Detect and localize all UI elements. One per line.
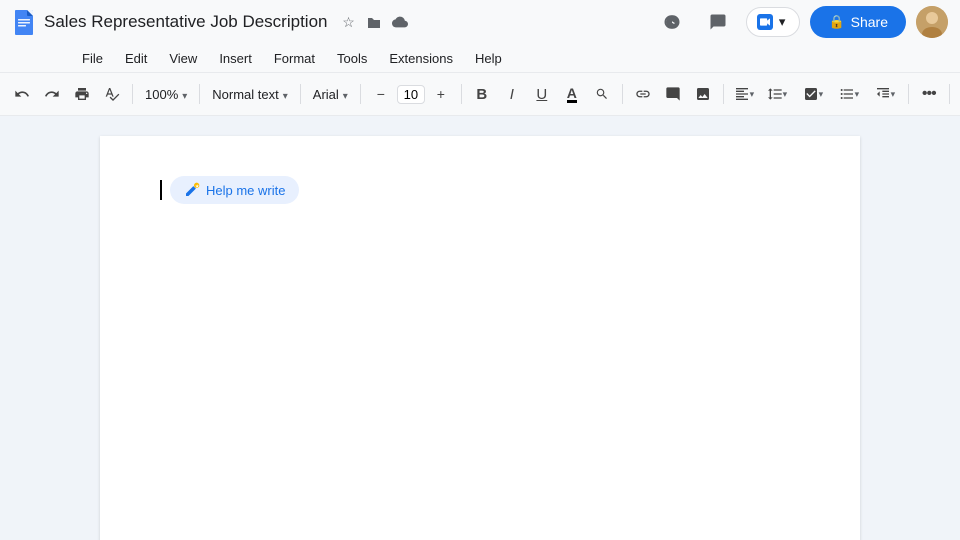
menu-tools[interactable]: Tools xyxy=(327,48,377,69)
italic-button[interactable]: I xyxy=(498,80,526,108)
help-me-write-button[interactable]: ★ Help me write xyxy=(170,176,299,204)
undo-button[interactable] xyxy=(8,80,36,108)
document-area: ★ Help me write xyxy=(0,116,960,540)
cursor-line: ★ Help me write xyxy=(160,176,800,204)
move-to-folder-icon[interactable] xyxy=(365,13,383,31)
text-style-dropdown[interactable]: Normal text xyxy=(206,84,294,105)
separator-5 xyxy=(461,84,462,104)
google-docs-icon xyxy=(12,8,36,36)
highlight-button[interactable] xyxy=(588,80,616,108)
comment-button[interactable] xyxy=(659,80,687,108)
font-color-button[interactable]: A xyxy=(558,80,586,108)
document-title: Sales Representative Job Description xyxy=(44,12,327,32)
separator-8 xyxy=(908,84,909,104)
font-size-control: − + xyxy=(367,80,455,108)
text-cursor xyxy=(160,180,162,200)
separator-7 xyxy=(723,84,724,104)
increase-font-button[interactable]: + xyxy=(427,80,455,108)
spellcheck-button[interactable] xyxy=(98,80,126,108)
meet-button[interactable]: ▾ xyxy=(746,7,801,37)
redo-button[interactable] xyxy=(38,80,66,108)
menu-format[interactable]: Format xyxy=(264,48,325,69)
line-spacing-button[interactable]: ▾ xyxy=(760,80,794,108)
menu-edit[interactable]: Edit xyxy=(115,48,157,69)
cloud-save-icon[interactable] xyxy=(391,13,409,31)
menu-extensions[interactable]: Extensions xyxy=(379,48,463,69)
link-button[interactable] xyxy=(629,80,657,108)
menu-help[interactable]: Help xyxy=(465,48,512,69)
toolbar: 100% Normal text Arial − + B I U A xyxy=(0,72,960,116)
title-actions: ▾ 🔒 Share xyxy=(654,4,948,40)
zoom-value: 100% xyxy=(145,87,178,102)
image-button[interactable] xyxy=(689,80,717,108)
font-dropdown[interactable]: Arial xyxy=(307,84,354,105)
underline-button[interactable]: U xyxy=(528,80,556,108)
font-color-label: A xyxy=(567,86,577,103)
checklist-button[interactable]: ▾ xyxy=(796,80,830,108)
separator-6 xyxy=(622,84,623,104)
text-style-value: Normal text xyxy=(212,87,278,102)
zoom-dropdown[interactable]: 100% xyxy=(139,84,193,105)
font-chevron-icon xyxy=(343,87,348,102)
star-icon[interactable]: ☆ xyxy=(339,13,357,31)
bullet-list-button[interactable]: ▾ xyxy=(832,80,866,108)
separator-9 xyxy=(949,84,950,104)
print-button[interactable] xyxy=(68,80,96,108)
separator-4 xyxy=(360,84,361,104)
font-value: Arial xyxy=(313,87,339,102)
separator-3 xyxy=(300,84,301,104)
document-page: ★ Help me write xyxy=(100,136,860,540)
menu-view[interactable]: View xyxy=(159,48,207,69)
lock-icon: 🔒 xyxy=(828,14,844,30)
format-clear-button[interactable] xyxy=(956,80,960,108)
user-avatar[interactable] xyxy=(916,6,948,38)
pencil-star-icon: ★ xyxy=(184,182,200,198)
comments-icon[interactable] xyxy=(700,4,736,40)
decrease-font-button[interactable]: − xyxy=(367,80,395,108)
indent-decrease-button[interactable]: ▾ xyxy=(868,80,902,108)
menu-bar: File Edit View Insert Format Tools Exten… xyxy=(0,44,960,72)
meet-icon xyxy=(757,14,773,30)
font-size-input[interactable] xyxy=(397,85,425,104)
history-icon[interactable] xyxy=(654,4,690,40)
title-icon-group: ☆ xyxy=(339,13,409,31)
menu-file[interactable]: File xyxy=(72,48,113,69)
share-button[interactable]: 🔒 Share xyxy=(810,6,906,38)
text-style-chevron-icon xyxy=(283,87,288,102)
more-options-button[interactable]: ••• xyxy=(915,80,943,108)
menu-insert[interactable]: Insert xyxy=(209,48,262,69)
meet-label: ▾ xyxy=(779,14,786,30)
zoom-chevron-icon xyxy=(182,87,187,102)
separator-1 xyxy=(132,84,133,104)
svg-text:★: ★ xyxy=(195,183,199,188)
separator-2 xyxy=(199,84,200,104)
share-label: Share xyxy=(851,14,888,30)
zoom-control[interactable]: 100% xyxy=(139,84,193,105)
bold-button[interactable]: B xyxy=(468,80,496,108)
align-button[interactable]: ▾ xyxy=(730,80,758,108)
title-bar: Sales Representative Job Description ☆ ▾… xyxy=(0,0,960,44)
help-me-write-label: Help me write xyxy=(206,183,285,198)
